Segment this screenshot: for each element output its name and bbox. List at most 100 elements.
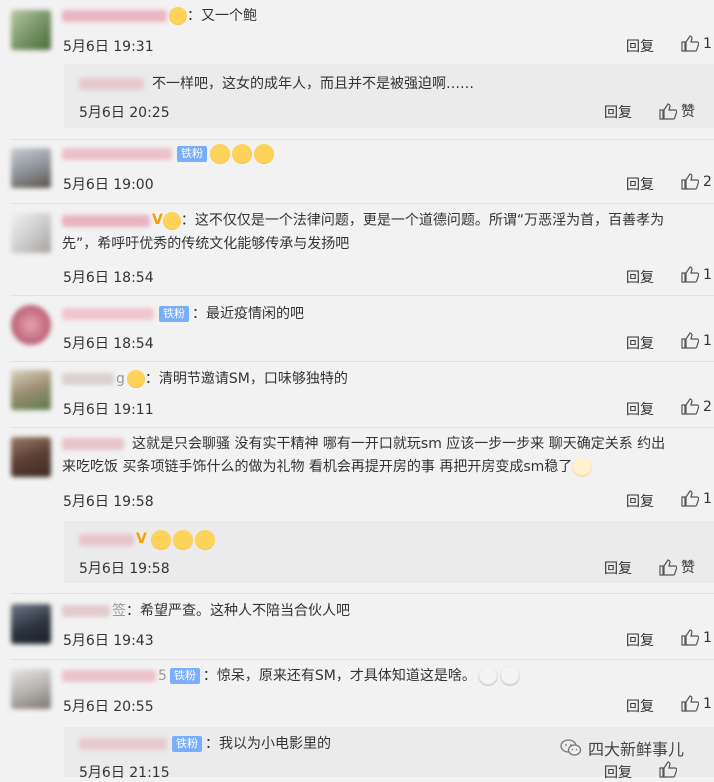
avatar[interactable]: [11, 604, 51, 644]
username[interactable]: [62, 438, 124, 450]
reply-button[interactable]: 回复: [626, 630, 654, 650]
username-fragment: 5: [158, 668, 167, 684]
like-button[interactable]: 赞: [659, 557, 695, 577]
comment-text: ：希望严查。这种人不陪当合伙人吧: [126, 603, 350, 619]
like-button[interactable]: 1: [681, 35, 712, 52]
reply-button[interactable]: 回复: [626, 333, 654, 353]
yum-emoji-icon: [232, 144, 252, 164]
like-button[interactable]: 1: [681, 629, 712, 646]
comment-time: 5月6日 19:58: [79, 561, 170, 577]
avatar[interactable]: [11, 437, 51, 477]
avatar[interactable]: [11, 669, 51, 709]
thumbs-up-icon: [681, 695, 699, 712]
laugh-cry-emoji-icon: [150, 529, 171, 550]
reply-button[interactable]: 回复: [604, 558, 632, 578]
yum-emoji-icon: [254, 144, 274, 164]
fan-badge: 铁粉: [159, 306, 189, 322]
like-button[interactable]: 2: [681, 398, 712, 415]
comment-body: V ：这不仅仅是一个法律问题，更是一个道德问题。所谓“万恶淫为首，百善孝为 先”，…: [62, 209, 700, 256]
reply-button[interactable]: 回复: [626, 36, 654, 56]
comment-time: 5月6日 20:25: [79, 105, 170, 121]
shocked-emoji-icon: [499, 666, 520, 686]
thumbs-up-icon: [681, 398, 699, 415]
thumbs-up-icon: [681, 35, 699, 52]
comment-text: 这就是只会聊骚 没有实干精神 哪有一开口就玩sm 应该一步一步来 聊天确定关系 …: [132, 436, 666, 452]
like-count: 1: [703, 695, 712, 712]
comment-text: ：这不仅仅是一个法律问题，更是一个道德问题。所谓“万恶淫为首，百善孝为: [180, 212, 665, 229]
like-count: 1: [703, 490, 712, 507]
shocked-emoji-icon: [477, 666, 498, 686]
comment-text: ：我以为小电影里的: [205, 736, 331, 752]
avatar[interactable]: [11, 370, 51, 410]
like-count: 2: [703, 173, 712, 190]
separator: [10, 139, 714, 140]
thumbs-up-icon: [681, 490, 699, 507]
like-count: 1: [703, 35, 712, 52]
watermark: 四大新鲜事儿: [560, 736, 684, 760]
username[interactable]: [62, 670, 156, 682]
comment-text: 来吃吃饭 买条项链手饰什么的做为礼物 看机会再提开房的事 再把开房变成sm稳了: [62, 459, 573, 475]
comment-time: 5月6日 19:58: [63, 494, 154, 510]
reply-button[interactable]: 回复: [626, 491, 654, 511]
username-fragment: 签: [112, 603, 126, 619]
reply-button[interactable]: 回复: [604, 102, 632, 122]
comment-time: 5月6日 18:54: [63, 336, 154, 352]
thumbs-up-icon: [681, 629, 699, 646]
comment-time: 5月6日 21:15: [79, 765, 170, 781]
like-button[interactable]: 1: [681, 490, 712, 507]
like-button[interactable]: 1: [681, 266, 712, 283]
thumbs-up-icon: [681, 266, 699, 283]
comment-body: 5 铁粉 ：惊呆，原来还有SM，才具体知道这是啥。: [62, 665, 700, 688]
comment-text: 先”，希呼吁优秀的传统文化能够传承与发扬吧: [62, 235, 350, 252]
separator: [10, 295, 714, 296]
separator: [10, 203, 714, 204]
thumbs-up-icon: [659, 102, 677, 120]
face-emoji-icon: [169, 7, 187, 25]
username[interactable]: [62, 148, 172, 160]
reply-button[interactable]: 回复: [626, 267, 654, 287]
username[interactable]: [62, 10, 167, 22]
avatar[interactable]: [11, 10, 51, 50]
comment-time: 5月6日 20:55: [63, 699, 154, 715]
fan-badge: 铁粉: [169, 668, 200, 684]
avatar[interactable]: [11, 148, 51, 188]
comment-text: ：惊呆，原来还有SM，才具体知道这是啥。: [202, 668, 476, 684]
comment-time: 5月6日 18:54: [63, 270, 154, 286]
wechat-icon: [560, 739, 582, 756]
username[interactable]: [62, 373, 114, 385]
like-button[interactable]: 2: [681, 173, 712, 190]
username[interactable]: [79, 78, 144, 90]
fan-badge: 铁粉: [177, 146, 207, 162]
like-count: 赞: [681, 104, 695, 120]
reply-button[interactable]: 回复: [626, 174, 654, 194]
thumbs-up-icon: [659, 558, 677, 576]
like-button[interactable]: 1: [681, 332, 712, 349]
comment-body: 铁粉: [62, 143, 700, 166]
comment-text: ：又一个鲍: [187, 8, 257, 24]
username[interactable]: [62, 214, 150, 227]
like-count: 赞: [681, 560, 695, 576]
username[interactable]: [79, 533, 134, 546]
comment-time: 5月6日 19:00: [63, 177, 154, 193]
like-button[interactable]: 1: [681, 695, 712, 712]
avatar[interactable]: [11, 305, 51, 345]
separator: [10, 659, 714, 660]
comment-time: 5月6日 19:43: [63, 633, 154, 649]
comment-time: 5月6日 19:11: [63, 402, 154, 418]
reply-button[interactable]: 回复: [626, 399, 654, 419]
separator: [10, 427, 714, 428]
reply-button[interactable]: 回复: [626, 696, 654, 716]
separator: [10, 361, 714, 362]
username[interactable]: [79, 738, 167, 750]
avatar[interactable]: [11, 213, 51, 253]
heart-eyes-emoji-icon: [126, 370, 145, 388]
like-button[interactable]: 赞: [659, 101, 695, 121]
like-count: 1: [703, 629, 712, 646]
verified-icon: V: [152, 212, 163, 228]
username[interactable]: [62, 605, 110, 617]
fan-badge: 铁粉: [172, 736, 202, 752]
reply-button[interactable]: 回复: [604, 762, 632, 782]
like-button[interactable]: [659, 761, 681, 778]
comment-text: ：清明节邀请SM，口味够独特的: [144, 371, 348, 387]
username[interactable]: [62, 308, 154, 320]
